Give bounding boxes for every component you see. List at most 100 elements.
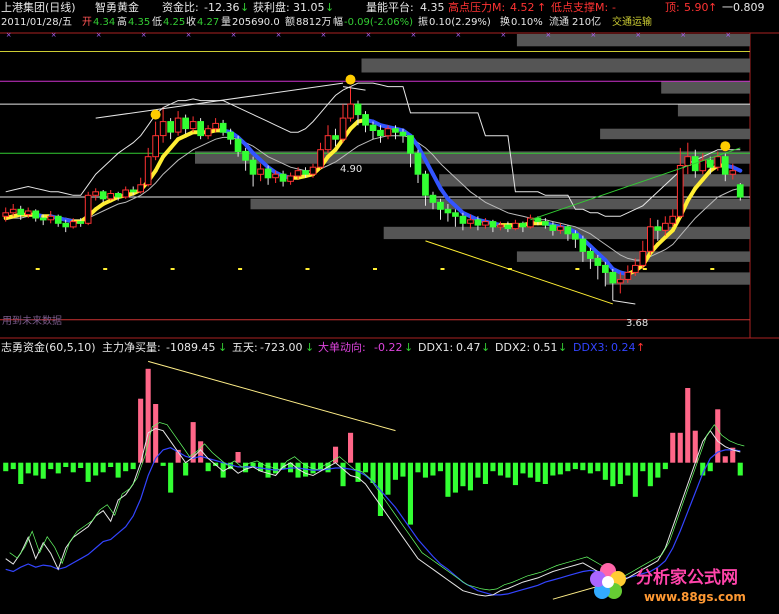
candle-body-35 [264,168,272,179]
buy-marker-94 [710,268,715,270]
buy-marker-58 [440,268,445,270]
top-marker-42: × [321,31,327,39]
info-low-label: 低 [152,15,162,28]
candle-body-1 [9,208,17,214]
candle-body-71 [534,217,542,223]
volume-profile-bar-0 [516,34,750,47]
low-price-label: 3.68 [626,318,648,329]
fund-bar-1 [10,462,16,470]
candle-body-28 [212,122,220,130]
top-marker-18: × [141,31,147,39]
candle-body-33 [249,159,257,175]
indicator-name: 智勇黄金 [95,0,139,14]
five-day-value: -723.00 [260,341,302,354]
info-close: 4.27 [197,17,219,28]
candle-body-51 [384,128,392,137]
candle-body-53 [399,131,407,137]
candle-body-60 [452,212,459,217]
fund-bar-7 [55,462,61,474]
five-day-label: 五天: [232,341,258,354]
fund-bar-78 [587,462,593,474]
candle-body-76 [572,233,579,240]
candle-body-89 [669,215,677,224]
top-marker-84: × [635,31,641,39]
candle-body-17 [129,189,137,193]
fund-bar-86 [647,462,653,487]
low-support-value: - [612,1,616,14]
fund-bar-35 [265,462,271,478]
info-open: 4.34 [93,17,115,28]
future-data-note: 用到未来数据 [2,314,62,327]
volume-profile-bar-7 [250,198,750,210]
fund-bar-81 [610,462,616,487]
candle-body-67 [504,224,512,230]
volume-profile-bar-3 [677,104,751,117]
candle-body-16 [122,189,130,198]
candle-body-31 [234,138,242,152]
candle-body-42 [317,149,324,168]
fund-bar-98 [737,462,743,476]
fund-bar-73 [550,462,556,476]
volume-platform-label: 量能平台: [366,0,414,14]
big-order-arrow: ↓ [404,341,413,354]
info-amount: 8812万 [296,17,331,28]
high-pressure-label: 高点压力M: [448,0,505,14]
candle-body-25 [189,121,197,130]
candle-body-4 [32,210,40,219]
candle-body-0 [2,212,10,217]
candle-body-11 [84,194,92,224]
candle-body-73 [549,224,557,231]
fund-bar-11 [85,462,91,482]
candle-body-94 [706,159,714,168]
candle-body-37 [279,173,287,182]
fund-bar-45 [340,462,346,487]
candle-body-98 [736,184,744,198]
buy-marker-67 [507,268,512,270]
info-change: -0.09(-2.06%) [344,17,413,28]
signal-dot-1 [345,74,356,85]
top-marker-60: × [455,31,461,39]
ddx2-value: 0.51 [533,341,558,354]
candle-body-20 [152,135,160,158]
candle-body-87 [654,226,662,231]
high-price-label: 4.90 [340,164,362,175]
candle-body-19 [144,156,152,186]
fund-bar-77 [580,462,586,471]
fund-bar-61 [460,462,466,487]
info-amount-label: 额 [285,15,295,28]
watermark-text: 分析家公式网 [636,567,738,588]
buy-marker-85 [642,268,647,270]
ddx2-arrow: ↓ [558,341,567,354]
top-label: 顶: [665,1,680,14]
candle-body-54 [407,135,414,154]
candle-body-82 [617,278,624,284]
low-support-label: 低点支撑M: [551,0,608,14]
fund-bar-76 [572,462,578,470]
fund-bar-63 [475,462,481,478]
candle-body-21 [159,121,167,137]
candle-body-2 [17,208,25,216]
candle-body-61 [459,215,467,224]
right-value: 一0.809 [722,1,765,14]
candle-body-6 [47,215,55,221]
info-high: 4.35 [128,17,150,28]
fund-bar-51 [385,462,391,495]
candle-body-77 [579,238,587,252]
buy-marker-31 [238,268,243,270]
candle-body-68 [512,222,519,230]
top-marker-54: × [411,31,417,39]
candle-body-15 [114,193,122,198]
info-turnover: 0.10% [511,17,543,28]
candle-body-95 [714,156,722,168]
fund-bar-79 [595,462,601,472]
top-arrow: ↑ [708,1,717,14]
fund-bar-75 [565,462,571,472]
top-marker-24: × [186,31,192,39]
candle-body-65 [489,221,497,228]
candle-body-83 [624,271,632,280]
candle-body-10 [77,221,85,224]
fund-bar-85 [640,462,646,472]
main-net-value: -1089.45 [166,341,215,354]
fund-bar-9 [70,462,76,473]
fund-bar-57 [430,462,436,476]
